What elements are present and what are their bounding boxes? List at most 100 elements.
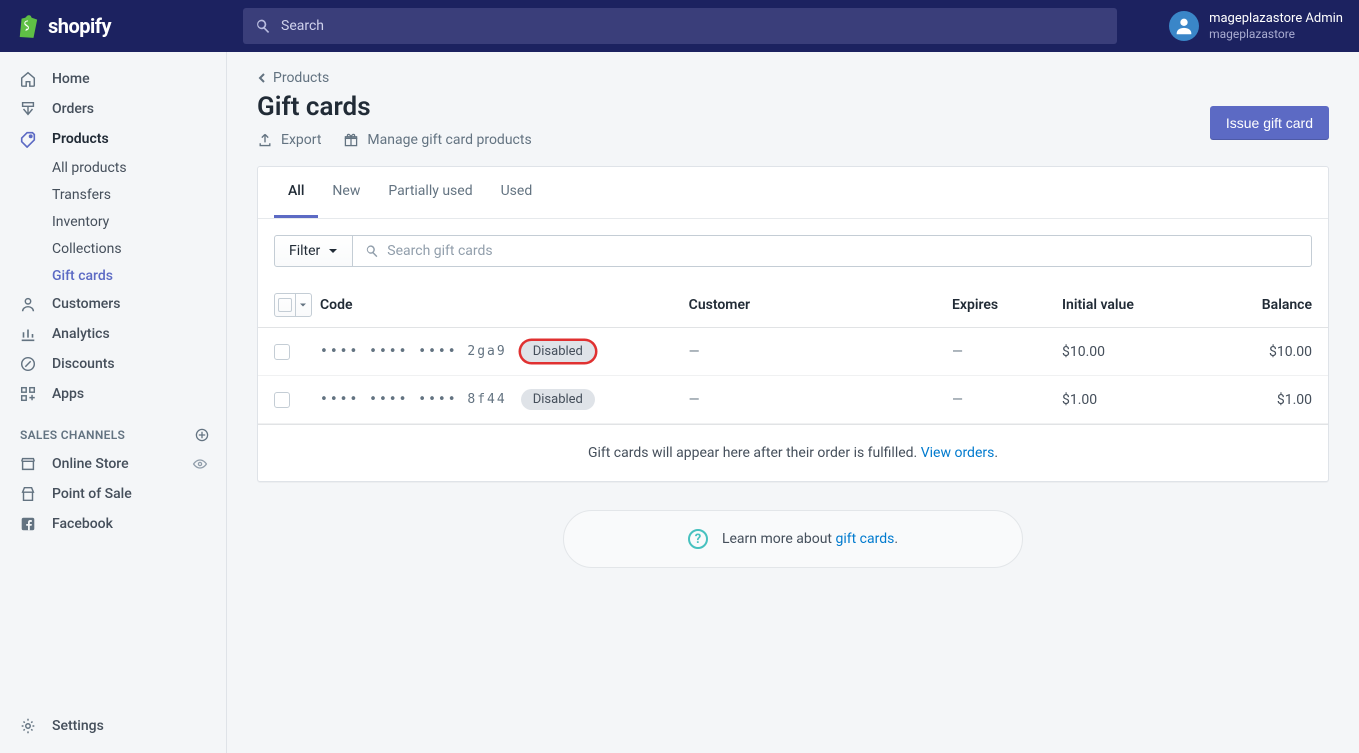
orders-icon (18, 99, 38, 119)
avatar (1169, 11, 1199, 41)
export-action[interactable]: Export (257, 132, 321, 148)
sidebar-item-orders[interactable]: Orders (0, 94, 226, 124)
sidebar-item-apps[interactable]: Apps (0, 379, 226, 409)
brand-name: shopify (48, 14, 111, 38)
user-store: mageplazastore (1209, 27, 1343, 41)
sidebar-item-label: Settings (52, 718, 104, 734)
gift-cards-card: All New Partially used Used Filter Searc… (257, 166, 1329, 482)
pos-icon (18, 484, 38, 504)
sidebar-sub-collections[interactable]: Collections (0, 235, 226, 262)
channel-point-of-sale[interactable]: Point of Sale (0, 479, 226, 509)
top-bar: shopify Search mageplazastore Admin mage… (0, 0, 1359, 52)
user-info: mageplazastore Admin mageplazastore (1209, 11, 1343, 41)
caret-down-icon (296, 302, 311, 308)
breadcrumb-label: Products (273, 70, 329, 86)
gift-cards-link[interactable]: gift cards (835, 531, 894, 547)
search-icon (255, 18, 271, 34)
sidebar-item-products[interactable]: Products (0, 124, 226, 154)
col-balance: Balance (1202, 297, 1312, 313)
channel-label: Point of Sale (52, 486, 132, 502)
sidebar-item-home[interactable]: Home (0, 64, 226, 94)
cell-expires: — (952, 344, 1062, 360)
store-icon (18, 454, 38, 474)
channel-label: Online Store (52, 456, 129, 472)
sidebar-item-label: Products (52, 131, 109, 147)
add-channel-icon[interactable] (194, 427, 210, 443)
brand-logo[interactable]: shopify (16, 13, 243, 39)
row-checkbox[interactable] (274, 344, 290, 360)
sidebar-sub-transfers[interactable]: Transfers (0, 181, 226, 208)
tab-used[interactable]: Used (487, 167, 547, 218)
sales-channels-header: SALES CHANNELS (0, 419, 226, 449)
search-placeholder: Search (281, 18, 324, 34)
sidebar-item-customers[interactable]: Customers (0, 289, 226, 319)
channel-label: Facebook (52, 516, 113, 532)
sidebar: Home Orders Products All products Transf… (0, 52, 227, 753)
channel-facebook[interactable]: Facebook (0, 509, 226, 539)
caret-down-icon (328, 247, 338, 255)
help-icon: ? (688, 529, 708, 549)
sidebar-item-label: Apps (52, 386, 84, 402)
chevron-left-icon (257, 72, 267, 84)
col-code: Code (320, 297, 689, 313)
status-badge: Disabled (521, 341, 595, 362)
cell-initial: $10.00 (1062, 344, 1202, 360)
cell-expires: — (952, 392, 1062, 408)
sidebar-item-label: Customers (52, 296, 120, 312)
sidebar-item-analytics[interactable]: Analytics (0, 319, 226, 349)
main-content: Products Gift cards Export Manage gift c… (227, 52, 1359, 753)
sidebar-sub-all-products[interactable]: All products (0, 154, 226, 181)
filter-button[interactable]: Filter (274, 235, 353, 267)
tab-new[interactable]: New (318, 167, 374, 218)
view-orders-link[interactable]: View orders (921, 445, 995, 461)
channel-online-store[interactable]: Online Store (0, 449, 226, 479)
issue-gift-card-button[interactable]: Issue gift card (1210, 106, 1329, 140)
table-row[interactable]: •••• •••• •••• 8f44 Disabled — — $1.00 $… (258, 376, 1328, 424)
tab-partially-used[interactable]: Partially used (374, 167, 486, 218)
sidebar-item-label: Home (52, 71, 90, 87)
sidebar-item-label: Analytics (52, 326, 110, 342)
gift-card-code: •••• •••• •••• 8f44 (320, 392, 507, 407)
col-expires: Expires (952, 297, 1062, 313)
tab-all[interactable]: All (274, 167, 318, 218)
table-footer: Gift cards will appear here after their … (258, 424, 1328, 481)
global-search[interactable]: Search (243, 8, 1117, 44)
shopify-bag-icon (16, 13, 40, 39)
sidebar-item-label: Orders (52, 101, 94, 117)
products-icon (18, 129, 38, 149)
select-all-checkbox[interactable] (274, 293, 312, 317)
cell-customer: — (689, 344, 952, 360)
gear-icon (18, 716, 38, 736)
export-icon (257, 132, 273, 148)
row-checkbox[interactable] (274, 392, 290, 408)
user-menu[interactable]: mageplazastore Admin mageplazastore (1153, 11, 1343, 41)
eye-icon[interactable] (192, 456, 208, 472)
facebook-icon (18, 514, 38, 534)
cell-balance: $1.00 (1202, 392, 1312, 408)
sidebar-sub-inventory[interactable]: Inventory (0, 208, 226, 235)
cell-balance: $10.00 (1202, 344, 1312, 360)
home-icon (18, 69, 38, 89)
col-initial: Initial value (1062, 297, 1202, 313)
cell-customer: — (689, 392, 952, 408)
gift-card-code: •••• •••• •••• 2ga9 (320, 344, 507, 359)
user-name: mageplazastore Admin (1209, 11, 1343, 27)
gift-icon (343, 132, 359, 148)
col-customer: Customer (689, 297, 952, 313)
search-icon (365, 244, 379, 258)
sidebar-sub-gift-cards[interactable]: Gift cards (0, 262, 226, 289)
filter-bar: Filter Search gift cards (258, 219, 1328, 283)
search-gift-cards[interactable]: Search gift cards (353, 235, 1312, 267)
manage-products-action[interactable]: Manage gift card products (343, 132, 531, 148)
status-badge: Disabled (521, 389, 595, 410)
sidebar-item-discounts[interactable]: Discounts (0, 349, 226, 379)
sidebar-item-label: Discounts (52, 356, 115, 372)
table-header: Code Customer Expires Initial value Bala… (258, 283, 1328, 328)
table-row[interactable]: •••• •••• •••• 2ga9 Disabled — — $10.00 … (258, 328, 1328, 376)
sidebar-item-settings[interactable]: Settings (0, 711, 226, 741)
apps-icon (18, 384, 38, 404)
breadcrumb[interactable]: Products (257, 70, 329, 86)
discounts-icon (18, 354, 38, 374)
tabs: All New Partially used Used (258, 167, 1328, 219)
analytics-icon (18, 324, 38, 344)
